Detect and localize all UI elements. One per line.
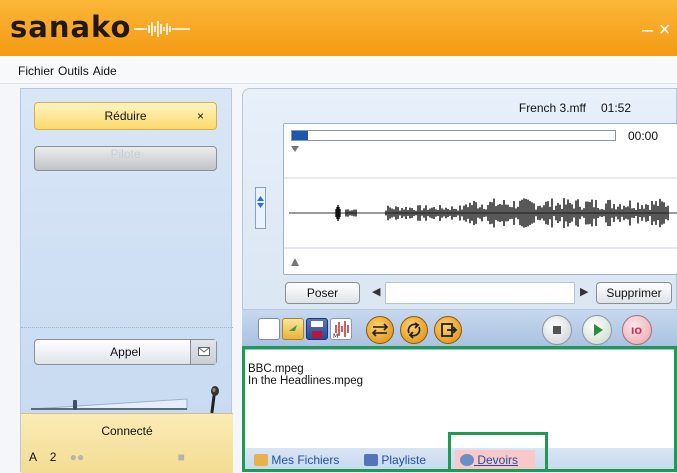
row-letter: A	[29, 450, 37, 464]
text-input[interactable]	[385, 282, 575, 304]
reduire-label: Réduire	[104, 109, 147, 123]
position-time: 00:00	[628, 129, 659, 143]
progress-bar[interactable]	[291, 130, 616, 141]
zoom-scroll-control[interactable]	[255, 187, 266, 229]
menu-item[interactable]: Outils	[58, 64, 89, 78]
progress-fill	[292, 131, 309, 140]
divider	[21, 327, 233, 328]
connection-row: A 2 ●● ■	[29, 450, 185, 464]
next-arrow-icon[interactable]: ▶	[580, 285, 588, 298]
start-marker-icon	[291, 146, 299, 152]
row-number: 2	[49, 450, 57, 464]
swap-icon[interactable]	[366, 316, 394, 344]
disabled-button-label: Pilote	[110, 147, 141, 161]
supprimer-button[interactable]: Supprimer	[596, 282, 672, 304]
logo-wave-icon	[134, 21, 190, 37]
students-icon: ●●	[69, 450, 85, 464]
disabled-button: Pilote	[34, 146, 217, 171]
file-duration: 01:52	[601, 101, 632, 115]
new-document-icon[interactable]	[258, 318, 280, 340]
marker-icon[interactable]: M	[330, 318, 352, 340]
app-logo: sanako	[10, 10, 132, 44]
waveform-view[interactable]: 00:00	[283, 123, 677, 275]
waveform	[284, 146, 677, 266]
player-panel: French 3.mff 01:52 00:00 Poser ◀ ▶ Suppr…	[242, 88, 677, 310]
end-marker-icon	[291, 258, 299, 266]
appel-label: Appel	[110, 345, 141, 359]
export-icon[interactable]	[434, 316, 462, 344]
appel-button[interactable]: Appel	[34, 339, 217, 365]
svg-text:IO: IO	[631, 327, 642, 337]
open-folder-icon[interactable]	[282, 318, 304, 340]
volume-slider[interactable]	[29, 397, 189, 411]
stop-icon[interactable]	[542, 315, 572, 345]
microphone-icon[interactable]	[206, 385, 222, 413]
toolbar: M IO	[242, 310, 677, 350]
highlight-devoirs-tab	[448, 432, 548, 472]
repeat-icon[interactable]	[400, 316, 428, 344]
save-icon[interactable]	[306, 318, 328, 340]
menu-bar: Fichier Outils Aide	[0, 56, 677, 84]
window-close-button[interactable]: – ×	[642, 20, 670, 40]
file-name: French 3.mff	[518, 101, 586, 115]
lock-icon: ■	[177, 450, 185, 464]
poser-button[interactable]: Poser	[285, 282, 360, 304]
prev-arrow-icon[interactable]: ◀	[372, 285, 380, 298]
left-panel: Réduire × Pilote Appel Connecté A 2 ●● ■	[20, 88, 233, 473]
menu-item[interactable]: Aide	[93, 64, 117, 78]
menu-item[interactable]: Fichier	[18, 64, 54, 78]
connection-status: Connecté	[101, 424, 153, 438]
reduire-close-icon[interactable]: ×	[197, 103, 204, 129]
play-icon[interactable]	[582, 315, 612, 345]
connection-panel: Connecté A 2 ●● ■	[21, 413, 233, 473]
reduire-button[interactable]: Réduire ×	[34, 102, 217, 130]
mail-icon[interactable]	[190, 340, 216, 364]
svg-text:M: M	[333, 333, 338, 339]
record-icon[interactable]: IO	[622, 315, 652, 345]
